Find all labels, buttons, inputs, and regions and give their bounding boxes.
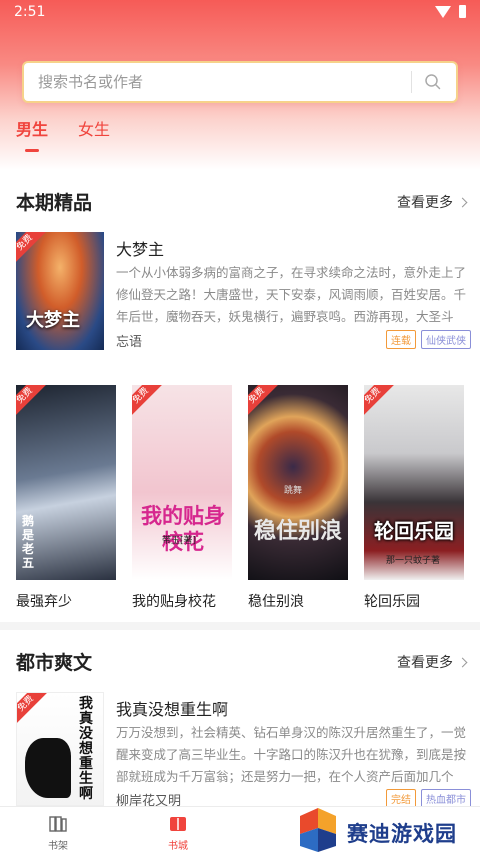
book-cover[interactable]: 免费 我的贴身校花 带玉[著]: [132, 385, 232, 580]
book-cover[interactable]: 免费 大梦主: [16, 232, 104, 350]
cover-title: 稳住别浪: [253, 518, 342, 544]
watermark-text: 赛迪游戏园: [347, 822, 457, 846]
section-header: 本期精品 查看更多: [0, 170, 480, 230]
cover-title: 鹅是老五: [22, 514, 35, 570]
status-time: 2:51: [14, 4, 46, 20]
cover-author: 带玉[著]: [162, 536, 197, 546]
book-description: 万万没想到，社会精英、钻石单身汉的陈汉升居然重生了，一觉醒来变成了高三毕业生。十…: [116, 725, 466, 784]
view-more-label: 查看更多: [397, 195, 453, 211]
cover-figure: [25, 738, 71, 798]
book-cover[interactable]: 免费 跳舞 稳住别浪: [248, 385, 348, 580]
nav-label: 书架: [48, 841, 68, 852]
free-badge: 免费: [17, 693, 48, 726]
book-title[interactable]: 我真没想重生啊: [116, 696, 228, 720]
book-author: 忘语: [116, 335, 143, 350]
view-more-label: 查看更多: [397, 655, 453, 671]
genre-tag: 仙侠武侠: [421, 330, 471, 349]
free-badge: 免费: [132, 385, 163, 418]
gender-tabs: 男生 女生: [16, 116, 110, 152]
book-cover[interactable]: 免费 鹅是老五: [16, 385, 116, 580]
chevron-right-icon: [457, 197, 468, 207]
cover-title: 大梦主: [26, 310, 80, 331]
cover-author: 跳舞: [284, 486, 303, 496]
section-urban: 都市爽文 查看更多 免费 我真没想重生啊 我真没想重生啊 万万没想到，社会精英、…: [0, 630, 480, 809]
logo-mark-icon: [300, 808, 336, 852]
book-title[interactable]: 稳住别浪: [248, 591, 304, 611]
tab-male[interactable]: 男生: [16, 116, 48, 152]
cover-title: 轮回乐园: [374, 519, 454, 543]
status-bar: 2:51: [0, 0, 480, 26]
free-badge: 免费: [364, 385, 395, 418]
view-more-link[interactable]: 查看更多: [397, 192, 468, 212]
free-badge: 免费: [16, 232, 47, 265]
book-title[interactable]: 轮回乐园: [364, 591, 420, 611]
book-description: 一个从小体弱多病的富商之子，在寻求续命之法时，意外走上了修仙登天之路！大唐盛世，…: [116, 265, 466, 324]
chevron-right-icon: [457, 657, 468, 667]
search-icon[interactable]: [424, 73, 442, 91]
free-badge: 免费: [248, 385, 279, 418]
book-title[interactable]: 最强弃少: [16, 591, 72, 611]
nav-label: 书城: [168, 841, 188, 852]
section-featured: 本期精品 查看更多 免费 大梦主 大梦主 一个从小体弱多病的富商之子，在寻求续命…: [0, 170, 480, 622]
battery-icon: [459, 5, 466, 18]
section-title: 本期精品: [16, 192, 93, 214]
status-icons: [435, 5, 466, 18]
nav-bookstore[interactable]: 书城: [168, 814, 188, 852]
free-badge: 免费: [16, 385, 47, 418]
status-tag: 连载: [386, 330, 416, 349]
cover-title: 我真没想重生啊: [79, 696, 93, 802]
search-divider: [411, 71, 412, 93]
book-cover[interactable]: 免费 我真没想重生啊: [16, 692, 104, 806]
bookstore-icon: [170, 817, 186, 831]
tab-female[interactable]: 女生: [78, 116, 110, 148]
nav-bookshelf[interactable]: 书架: [48, 814, 68, 852]
book-title[interactable]: 大梦主: [116, 236, 164, 260]
wifi-icon: [435, 5, 451, 18]
search-bar[interactable]: [22, 61, 458, 103]
book-cover[interactable]: 免费 轮回乐园 那一只蚊子著: [364, 385, 464, 580]
view-more-link[interactable]: 查看更多: [397, 652, 468, 672]
book-title[interactable]: 我的贴身校花: [132, 591, 216, 611]
search-input[interactable]: [38, 73, 399, 91]
cover-author: 那一只蚊子著: [386, 556, 441, 566]
bookshelf-icon: [49, 816, 67, 832]
watermark-logo: 赛迪游戏园: [292, 808, 470, 854]
cover-title: 我的贴身校花: [141, 503, 225, 554]
section-title: 都市爽文: [16, 652, 93, 674]
section-header: 都市爽文 查看更多: [0, 630, 480, 690]
